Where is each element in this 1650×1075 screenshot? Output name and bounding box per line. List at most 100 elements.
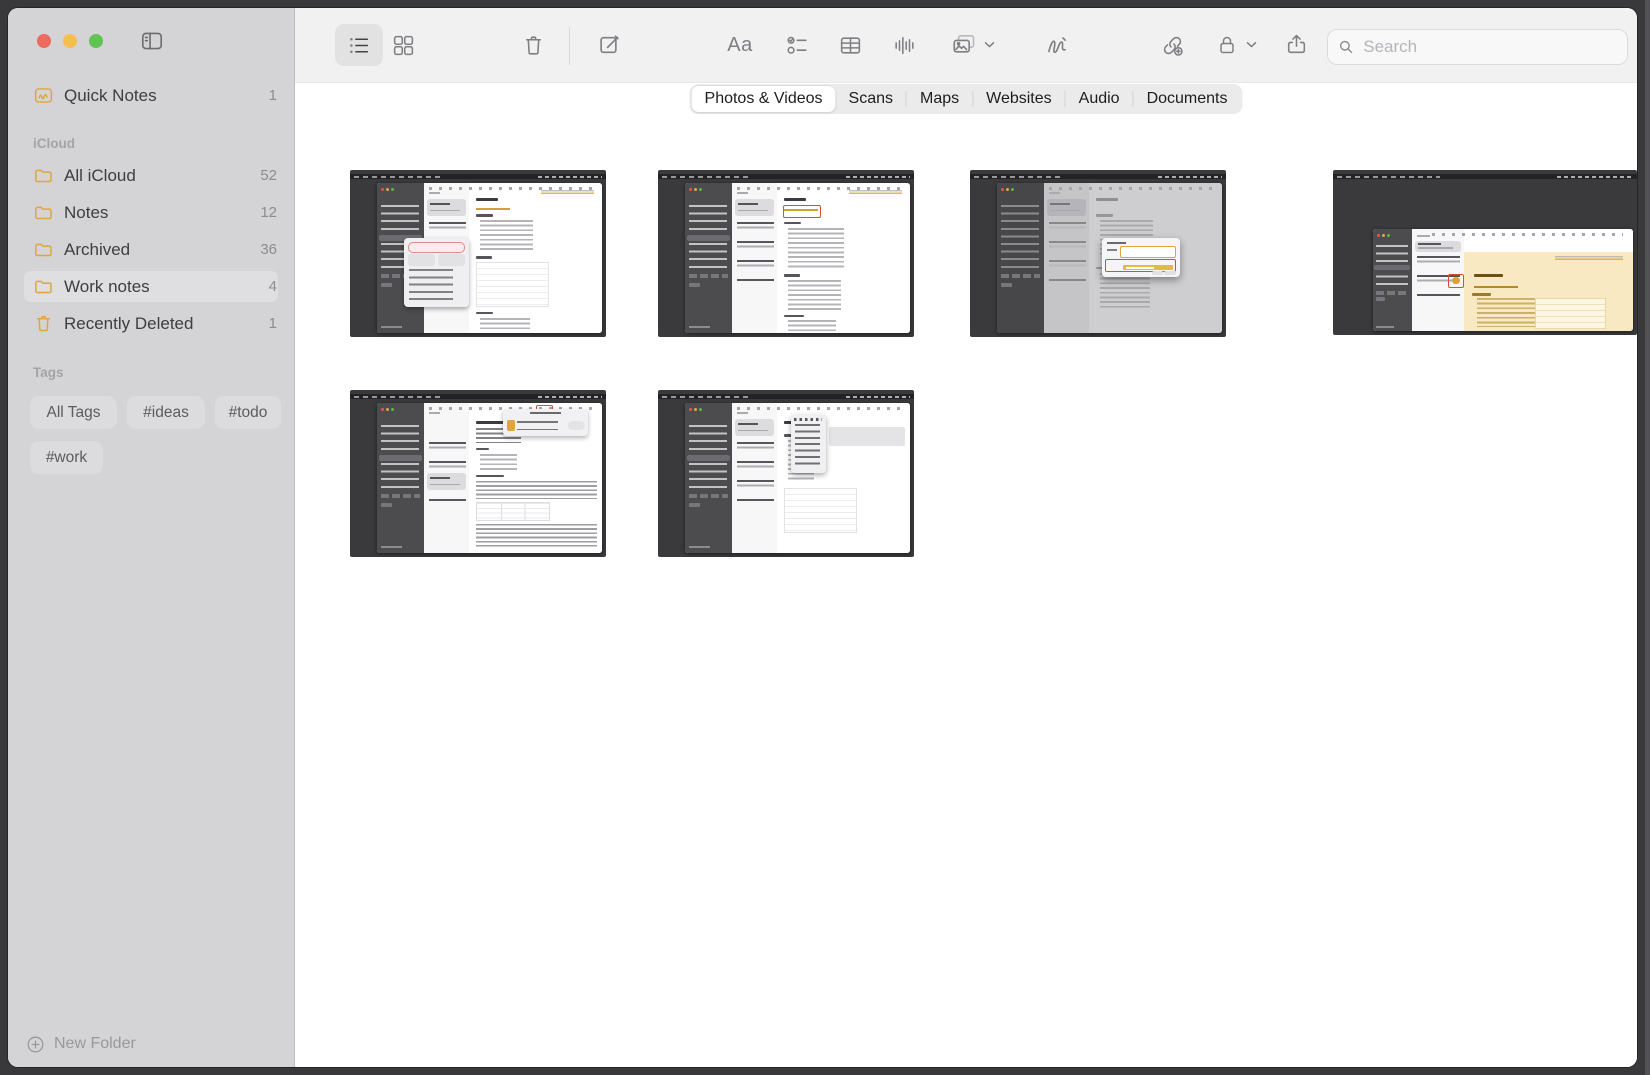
mini-note-list <box>424 403 470 553</box>
tab-photos-videos[interactable]: Photos & Videos <box>692 86 836 112</box>
search-field[interactable] <box>1327 29 1628 65</box>
note-count: 36 <box>260 241 277 258</box>
new-folder-button[interactable]: New Folder <box>27 1035 136 1053</box>
tab-websites[interactable]: Websites <box>973 86 1065 112</box>
close-button[interactable] <box>37 34 51 48</box>
tag-ideas[interactable]: #ideas <box>127 396 205 429</box>
toolbar: Aa <box>295 8 1637 83</box>
attachment-thumbnail-6[interactable] <box>658 390 914 557</box>
mini-window <box>377 183 602 333</box>
sidebar-item-label: Archived <box>64 240 260 260</box>
note-count: 1 <box>269 315 277 332</box>
sidebar-item-label: Notes <box>64 203 260 223</box>
tab-documents[interactable]: Documents <box>1134 86 1241 112</box>
attachment-filter-bar: Photos & Videos Scans Maps Websites Audi… <box>690 84 1243 114</box>
window-controls <box>37 34 103 48</box>
mini-menubar <box>350 174 606 179</box>
note-count: 1 <box>269 87 277 104</box>
sidebar-item-label: Quick Notes <box>64 86 269 106</box>
mini-window <box>997 183 1222 333</box>
background-window-sliver <box>1645 0 1650 1075</box>
mini-add-app-link-popover <box>503 409 589 436</box>
list-view-button[interactable] <box>335 24 383 66</box>
tag-work[interactable]: #work <box>30 441 103 474</box>
notes-window: Quick Notes 1 iCloud All iCloud 52 Notes… <box>8 8 1637 1067</box>
sidebar-item-label: Recently Deleted <box>64 314 269 334</box>
sidebar-item-notes[interactable]: Notes 12 <box>24 197 278 228</box>
mini-sidebar <box>685 183 732 333</box>
mini-sidebar <box>1373 229 1412 330</box>
mini-sidebar <box>997 183 1044 333</box>
sidebar-item-all-icloud[interactable]: All iCloud 52 <box>24 160 278 191</box>
sidebar-item-quick-notes[interactable]: Quick Notes 1 <box>24 80 278 111</box>
zoom-button[interactable] <box>89 34 103 48</box>
sidebar-item-work-notes[interactable]: Work notes 4 <box>24 271 278 302</box>
attachment-thumbnail-4[interactable] <box>1333 170 1637 335</box>
audio-waveform-icon[interactable] <box>891 28 917 62</box>
mini-menubar <box>1333 174 1637 179</box>
sidebar-item-recently-deleted[interactable]: Recently Deleted 1 <box>24 308 278 339</box>
folder-icon <box>33 239 54 260</box>
section-header-icloud: iCloud <box>33 136 75 151</box>
tab-scans[interactable]: Scans <box>836 86 906 112</box>
tag-all-tags[interactable]: All Tags <box>30 396 117 429</box>
mini-red-annotation-box <box>783 205 821 217</box>
share-icon[interactable] <box>1283 27 1309 61</box>
mini-format-menu <box>791 415 826 473</box>
sidebar-item-archived[interactable]: Archived 36 <box>24 234 278 265</box>
quick-note-icon <box>33 85 54 106</box>
tag-todo[interactable]: #todo <box>215 396 281 429</box>
toolbar-divider <box>569 27 570 65</box>
attachment-thumbnail-1[interactable] <box>350 170 606 337</box>
mini-note-list <box>1044 183 1090 333</box>
mini-window <box>377 403 602 553</box>
note-count: 52 <box>260 167 277 184</box>
mini-window <box>685 403 910 553</box>
grid-view-button[interactable] <box>390 28 416 62</box>
sidebar-item-label: All iCloud <box>64 166 260 186</box>
text-format-icon[interactable]: Aa <box>724 28 756 62</box>
note-count: 12 <box>260 204 277 221</box>
mini-menubar <box>970 174 1226 179</box>
folder-icon <box>33 165 54 186</box>
compose-note-icon[interactable] <box>597 28 623 62</box>
minimize-button[interactable] <box>63 34 77 48</box>
mini-sidebar <box>685 403 732 553</box>
folder-icon <box>33 202 54 223</box>
scribble-icon[interactable] <box>1043 28 1071 62</box>
search-input[interactable] <box>1361 36 1617 58</box>
mini-window <box>685 183 910 333</box>
mini-selection-highlight <box>829 427 906 446</box>
folder-icon <box>33 276 54 297</box>
mini-note-content <box>1464 229 1633 330</box>
tab-audio[interactable]: Audio <box>1066 86 1133 112</box>
lock-chevron-down-icon[interactable] <box>1245 40 1257 50</box>
sidebar-item-label: Work notes <box>64 277 269 297</box>
mini-writing-tools-popover <box>404 238 469 307</box>
delete-note-icon[interactable] <box>520 28 546 62</box>
search-icon <box>1338 38 1354 56</box>
attachment-thumbnail-2[interactable] <box>658 170 914 337</box>
toggle-sidebar-icon[interactable] <box>139 28 165 54</box>
mini-note-content <box>469 183 602 333</box>
mini-note-list <box>732 403 778 553</box>
content-pane: Aa <box>295 8 1637 1067</box>
note-count: 4 <box>269 278 277 295</box>
checklist-icon[interactable] <box>784 28 810 62</box>
lock-icon[interactable] <box>1215 28 1239 62</box>
mini-sidebar <box>377 403 424 553</box>
media-chevron-down-icon[interactable] <box>983 40 995 50</box>
attachment-thumbnail-3[interactable] <box>970 170 1226 337</box>
trash-icon <box>33 313 54 334</box>
tab-maps[interactable]: Maps <box>907 86 972 112</box>
mini-menubar <box>350 394 606 399</box>
section-header-tags: Tags <box>33 365 64 380</box>
add-link-icon[interactable] <box>1159 28 1185 62</box>
mini-menubar <box>658 174 914 179</box>
mini-window <box>1373 229 1634 330</box>
attachment-thumbnail-5[interactable] <box>350 390 606 557</box>
media-icon[interactable] <box>950 28 978 62</box>
table-icon[interactable] <box>837 28 863 62</box>
mini-note-list <box>732 183 778 333</box>
mini-menubar <box>658 394 914 399</box>
